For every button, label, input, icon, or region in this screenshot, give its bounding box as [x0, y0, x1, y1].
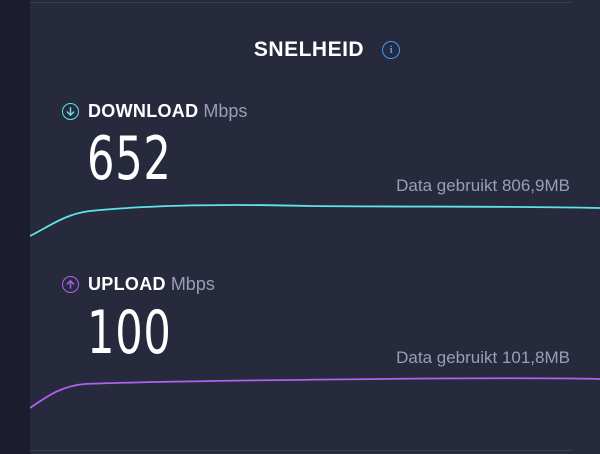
download-label: DOWNLOAD Mbps	[62, 101, 247, 122]
download-value: 652	[87, 124, 172, 194]
page-title: SNELHEID	[253, 38, 365, 61]
upload-unit: Mbps	[170, 274, 215, 294]
upload-title: UPLOAD	[88, 274, 166, 294]
download-title: DOWNLOAD	[88, 101, 199, 121]
download-graph	[30, 204, 600, 237]
upload-value: 100	[87, 298, 172, 368]
download-data-used: Data gebruikt 806,9MB	[396, 176, 570, 195]
arrow-up-circle-icon	[62, 276, 79, 293]
left-edge	[0, 0, 30, 454]
divider	[30, 450, 572, 451]
speed-header: SNELHEID i	[42, 38, 600, 62]
upload-data-used: Data gebruikt 101,8MB	[396, 348, 570, 367]
download-unit: Mbps	[203, 101, 248, 121]
arrow-down-circle-icon	[62, 103, 79, 120]
info-icon[interactable]: i	[382, 41, 401, 59]
upload-graph	[30, 377, 600, 409]
divider	[30, 2, 572, 3]
upload-label: UPLOAD Mbps	[62, 274, 215, 295]
speed-panel: SNELHEID i DOWNLOAD Mbps 652 Data gebrui…	[30, 0, 600, 454]
